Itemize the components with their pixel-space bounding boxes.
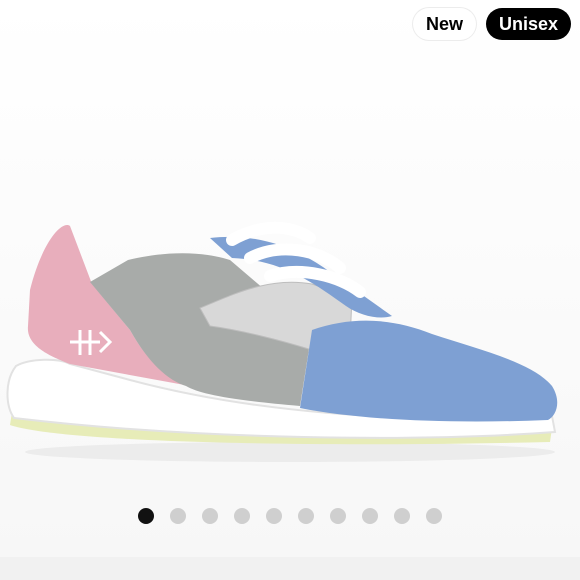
blue-toe: [300, 320, 558, 422]
carousel-dot-4[interactable]: [234, 508, 250, 524]
carousel-dot-10[interactable]: [426, 508, 442, 524]
new-badge: New: [412, 8, 476, 40]
badge-group: New Unisex: [412, 8, 571, 40]
carousel-dot-1[interactable]: [138, 508, 154, 524]
carousel-dot-7[interactable]: [330, 508, 346, 524]
shadow: [25, 442, 555, 462]
carousel-dot-2[interactable]: [170, 508, 186, 524]
carousel-dot-3[interactable]: [202, 508, 218, 524]
unisex-badge: Unisex: [485, 8, 571, 40]
image-gallery[interactable]: New Unisex: [0, 0, 580, 557]
product-card: New Unisex: [0, 0, 580, 580]
sneaker-image[interactable]: [0, 180, 580, 470]
bottom-strip: [0, 557, 580, 580]
carousel-dot-6[interactable]: [298, 508, 314, 524]
carousel-dot-9[interactable]: [394, 508, 410, 524]
carousel-dot-5[interactable]: [266, 508, 282, 524]
carousel-dots: [0, 508, 580, 524]
carousel-dot-8[interactable]: [362, 508, 378, 524]
